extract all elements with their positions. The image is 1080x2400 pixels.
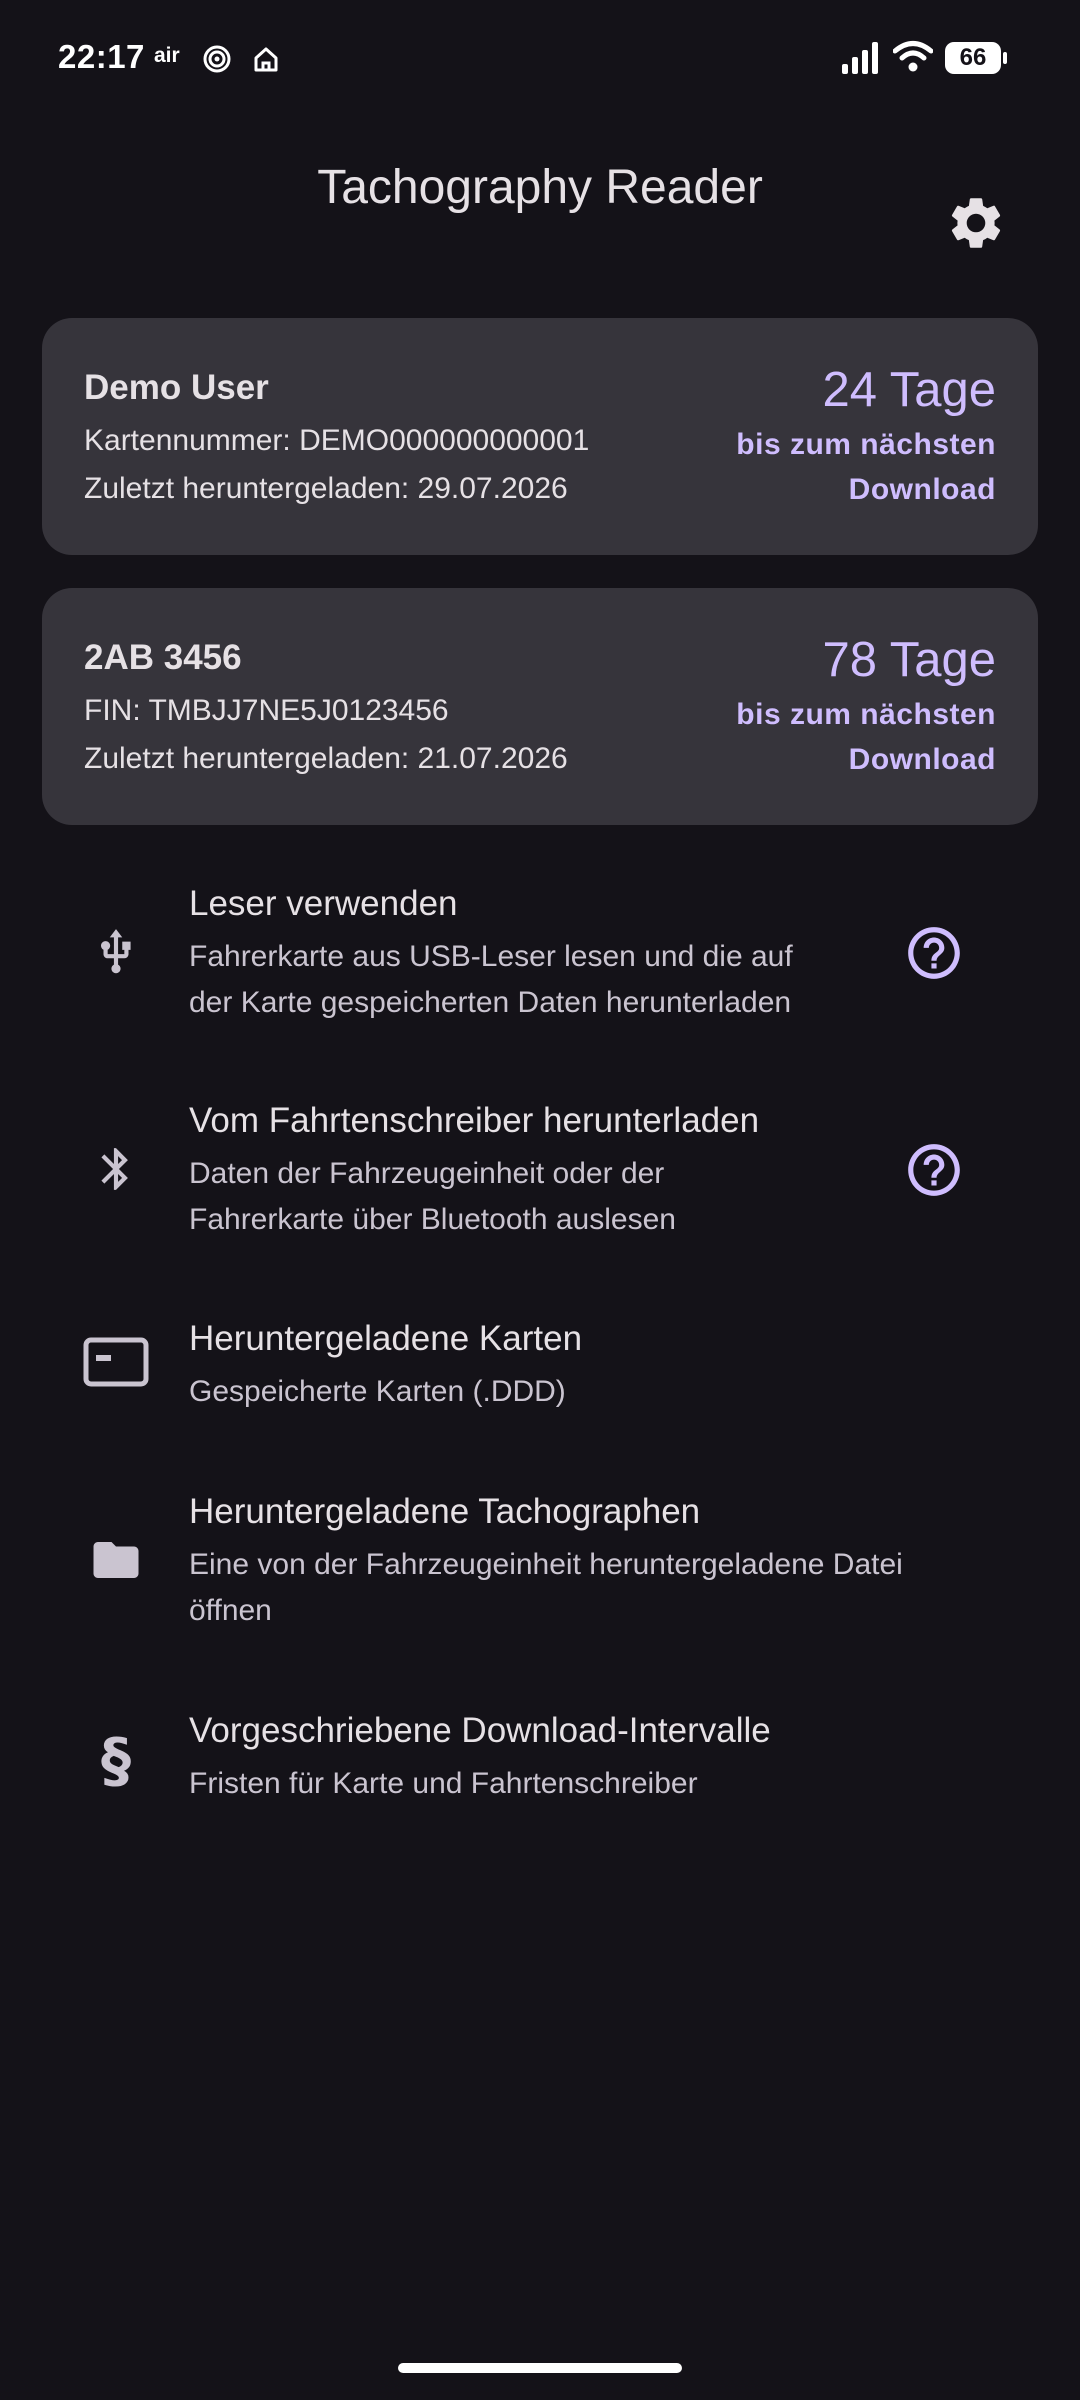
settings-button[interactable] (945, 192, 1007, 254)
help-button[interactable] (903, 922, 965, 984)
menu-item-description: Daten der Fahrzeugeinheit oder der Fahre… (189, 1157, 676, 1236)
gear-icon (951, 198, 1001, 248)
help-icon (908, 1144, 960, 1196)
days-caption: bis zum nächsten (736, 428, 996, 461)
driver-card-summary[interactable]: Demo User Kartennummer: DEMO000000000001… (42, 318, 1038, 555)
screen: 22:17 air 66 Tachography Reader Demo Use… (0, 0, 1080, 2400)
bluetooth-icon (76, 1129, 156, 1209)
wifi-icon (893, 41, 933, 72)
days-remaining: 24 Tage (822, 363, 997, 417)
card-title: 2AB 3456 (84, 638, 242, 677)
folder-icon (76, 1520, 156, 1600)
usb-icon (76, 912, 156, 992)
menu-item-description: Fristen für Karte und Fahrtenschreiber (189, 1767, 698, 1800)
battery-indicator: 66 (945, 42, 1007, 74)
menu-item-title: Heruntergeladene Tachographen (189, 1492, 701, 1531)
days-caption: bis zum nächsten (736, 698, 996, 731)
menu-item-downloaded-tachographs[interactable]: Heruntergeladene Tachographen Eine von d… (0, 1478, 1080, 1638)
menu-item-description: Gespeicherte Karten (.DDD) (189, 1375, 566, 1408)
card-icon (76, 1323, 156, 1403)
menu-item-title: Vom Fahrtenschreiber herunterladen (189, 1101, 760, 1140)
menu-item-download-intervals[interactable]: § Vorgeschriebene Download-Intervalle Fr… (0, 1697, 1080, 1817)
help-icon (908, 927, 960, 979)
home-indicator[interactable] (398, 2363, 682, 2373)
days-remaining: 78 Tage (822, 633, 997, 687)
menu-item-downloaded-cards[interactable]: Heruntergeladene Karten Gespeicherte Kar… (0, 1305, 1080, 1425)
menu-item-title: Leser verwenden (189, 884, 458, 923)
status-time: 22:17 (58, 38, 145, 75)
last-downloaded: Zuletzt heruntergeladen: 21.07.2026 (84, 742, 568, 775)
section-icon: § (101, 1726, 131, 1796)
card-number: Kartennummer: DEMO000000000001 (84, 424, 590, 457)
days-caption-download: Download (848, 743, 996, 776)
menu-item-description: Eine von der Fahrzeugeinheit heruntergel… (189, 1548, 903, 1627)
page-title: Tachography Reader (317, 161, 763, 214)
status-bar: 22:17 air 66 (0, 0, 1080, 120)
days-caption-download: Download (848, 473, 996, 506)
vehicle-summary[interactable]: 2AB 3456 FIN: TMBJJ7NE5J0123456 Zuletzt … (42, 588, 1038, 825)
help-button[interactable] (903, 1139, 965, 1201)
vin-number: FIN: TMBJJ7NE5J0123456 (84, 694, 449, 727)
air-indicator-icon: air (154, 44, 180, 67)
menu-item-title: Vorgeschriebene Download-Intervalle (189, 1711, 771, 1750)
menu-item-use-reader[interactable]: Leser verwenden Fahrerkarte aus USB-Lese… (0, 870, 1080, 1030)
menu-item-title: Heruntergeladene Karten (189, 1319, 583, 1358)
menu-item-download-tachograph[interactable]: Vom Fahrtenschreiber herunterladen Daten… (0, 1087, 1080, 1247)
last-downloaded: Zuletzt heruntergeladen: 29.07.2026 (84, 472, 568, 505)
battery-level: 66 (959, 44, 987, 71)
home-status-icon (254, 47, 278, 72)
spiral-icon (203, 45, 231, 73)
card-title: Demo User (84, 368, 269, 407)
signal-icon (842, 42, 878, 74)
menu-item-description: Fahrerkarte aus USB-Leser lesen und die … (189, 940, 793, 1019)
